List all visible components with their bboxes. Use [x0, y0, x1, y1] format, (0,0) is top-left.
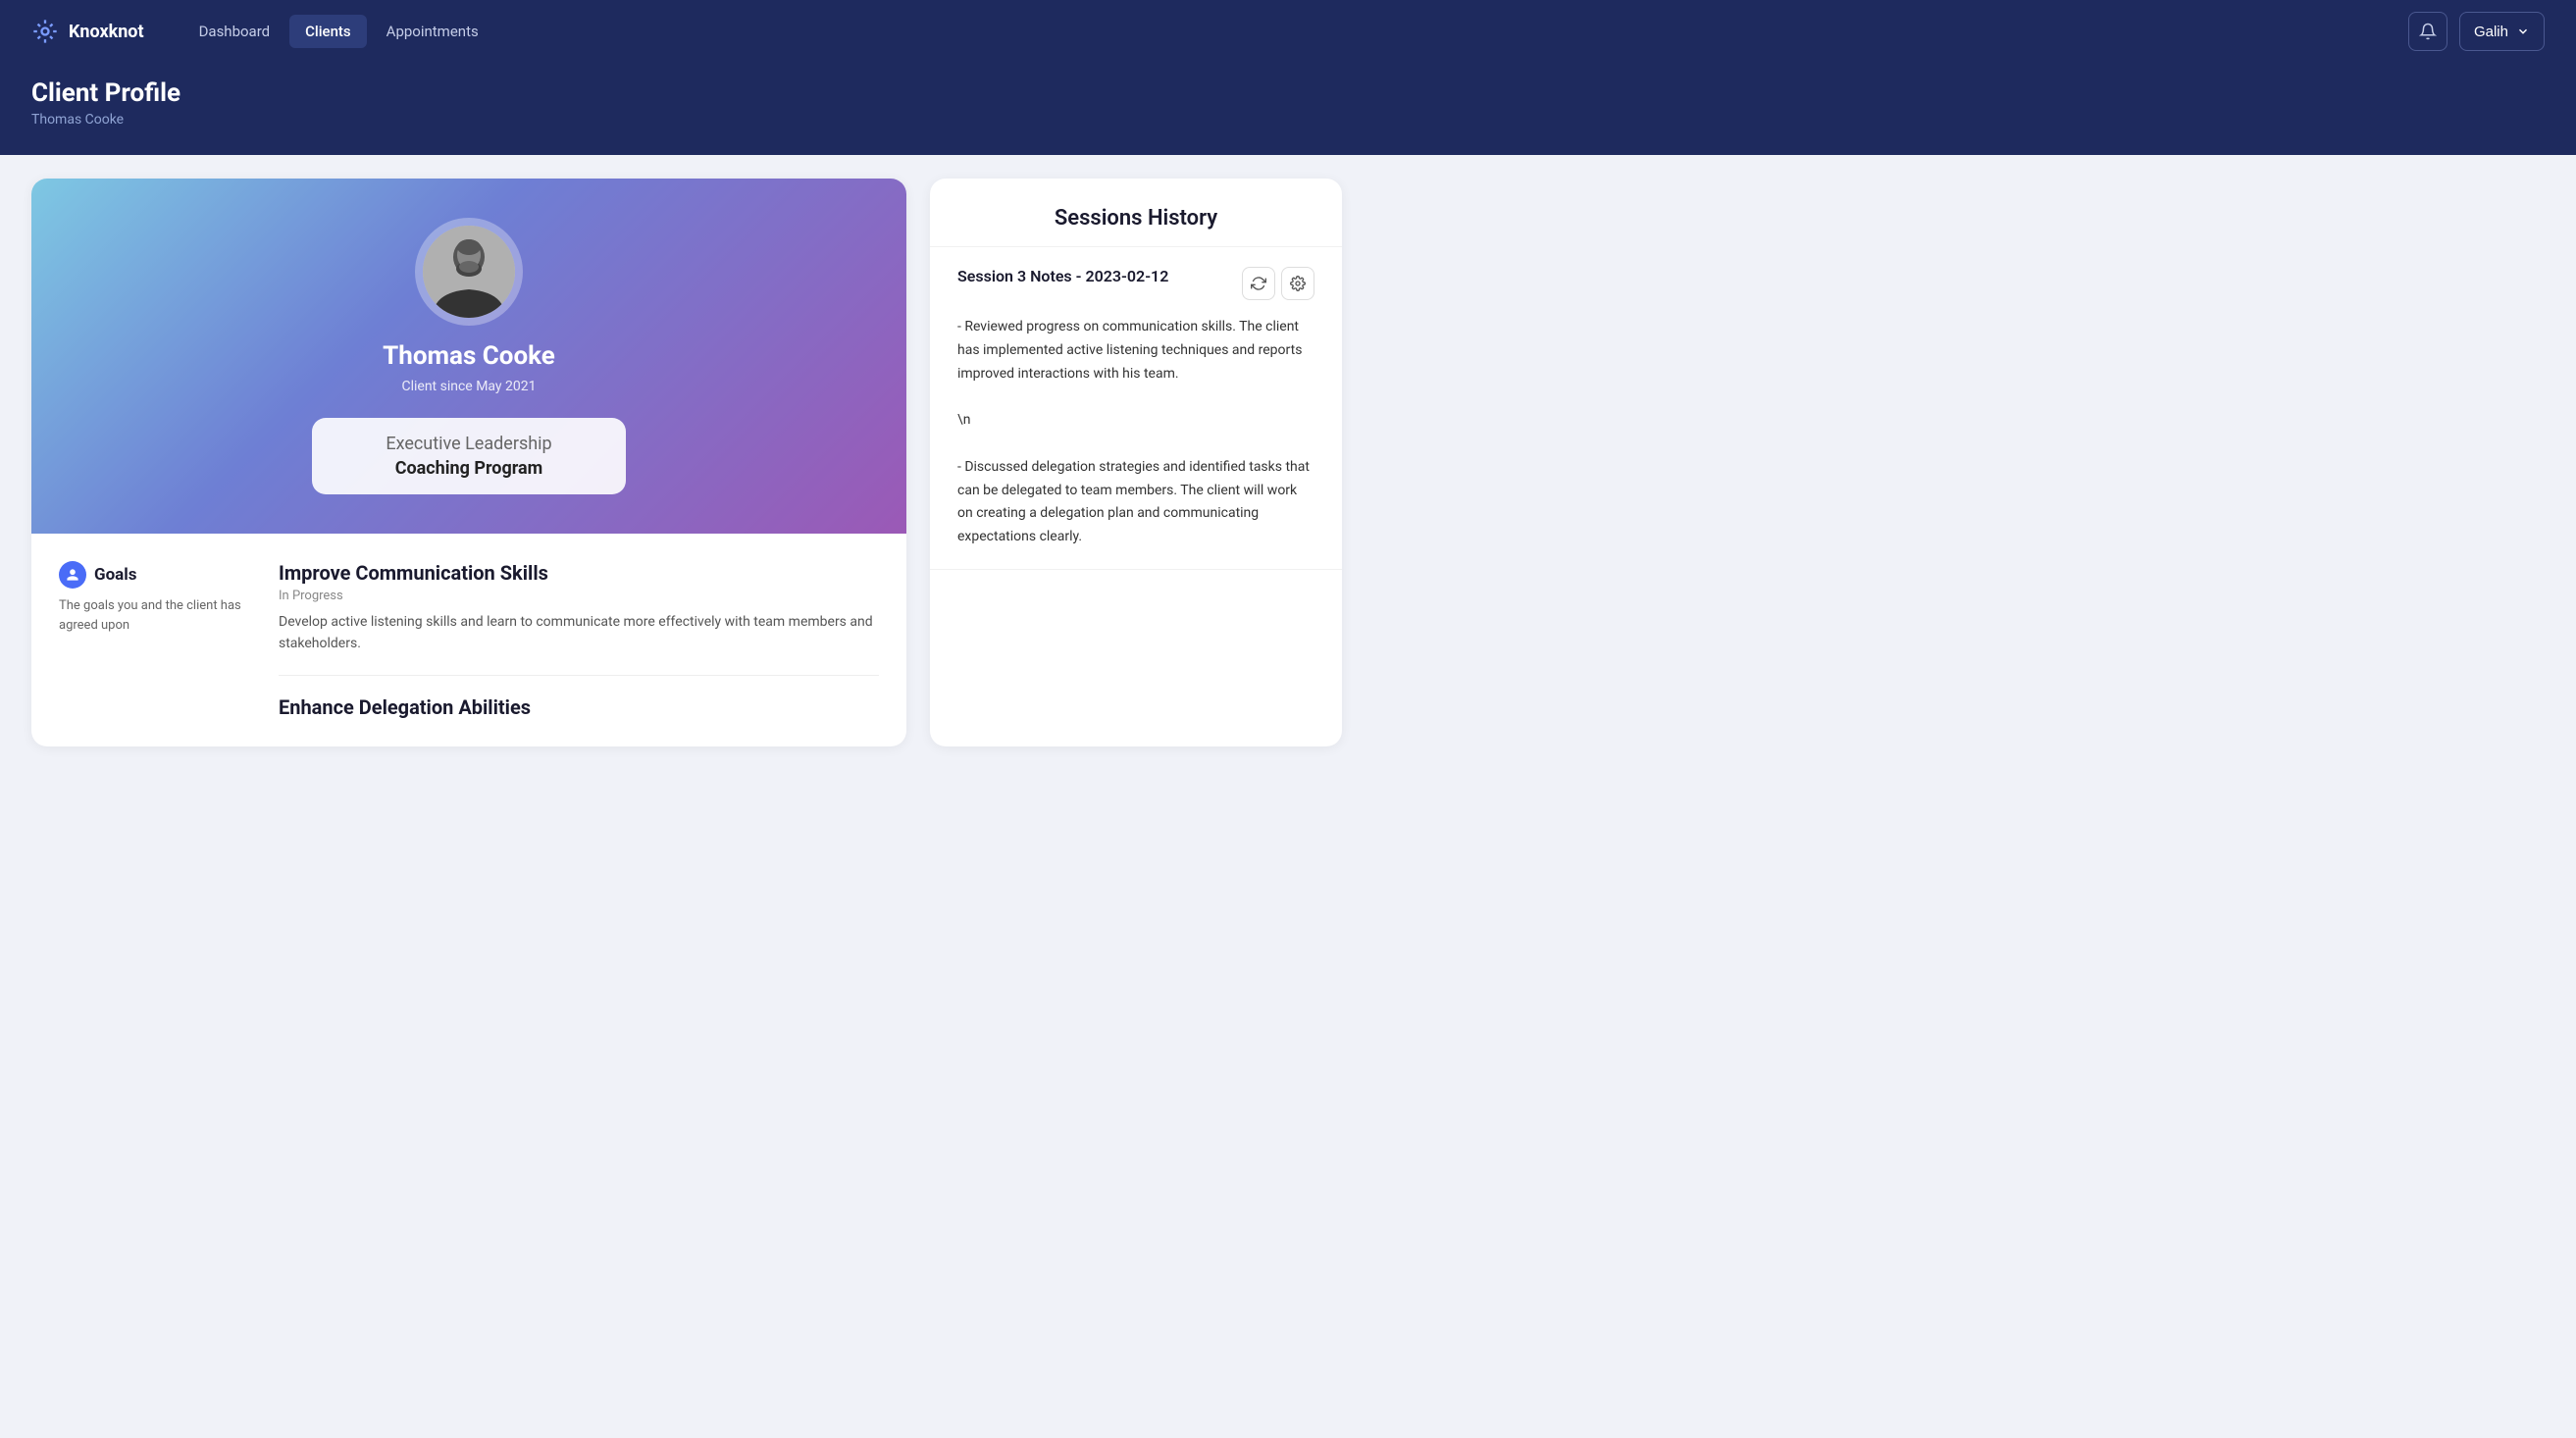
- refresh-icon: [1251, 276, 1266, 291]
- bell-icon: [2419, 23, 2437, 40]
- program-box: Executive Leadership Coaching Program: [312, 418, 626, 494]
- session-notes: - Reviewed progress on communication ski…: [957, 316, 1314, 549]
- chevron-down-icon: [2516, 25, 2530, 38]
- goal-1-title: Improve Communication Skills: [279, 561, 879, 585]
- goal-1-status: In Progress: [279, 589, 879, 603]
- client-name: Thomas Cooke: [383, 341, 555, 371]
- nav-clients[interactable]: Clients: [289, 15, 367, 48]
- session-entry-1: Session 3 Notes - 2023-02-12: [930, 247, 1342, 570]
- person-icon: [66, 568, 79, 582]
- left-card: Thomas Cooke Client since May 2021 Execu…: [31, 179, 906, 746]
- right-card: Sessions History Session 3 Notes - 2023-…: [930, 179, 1342, 746]
- user-menu-button[interactable]: Galih: [2459, 12, 2545, 51]
- nav-appointments[interactable]: Appointments: [371, 15, 494, 48]
- page-title: Client Profile: [31, 78, 2545, 108]
- goal-item-1: Improve Communication Skills In Progress…: [279, 561, 879, 655]
- brand-name: Knoxknot: [69, 22, 144, 42]
- session-entry-title: Session 3 Notes - 2023-02-12: [957, 267, 1230, 285]
- gear-icon: [1290, 276, 1306, 291]
- program-line1: Executive Leadership: [371, 434, 567, 454]
- avatar: [423, 226, 515, 318]
- session-settings-button[interactable]: [1281, 267, 1314, 300]
- nav-dashboard[interactable]: Dashboard: [183, 15, 286, 48]
- goal-item-2: Enhance Delegation Abilities: [279, 695, 879, 719]
- nav-right: Galih: [2408, 12, 2545, 51]
- navbar: Knoxknot Dashboard Clients Appointments …: [0, 0, 2576, 63]
- goals-sidebar: Goals The goals you and the client has a…: [59, 561, 255, 719]
- goals-label-row: Goals: [59, 561, 255, 589]
- profile-banner: Thomas Cooke Client since May 2021 Execu…: [31, 179, 906, 534]
- user-name: Galih: [2474, 24, 2508, 40]
- notification-button[interactable]: [2408, 12, 2447, 51]
- goal-divider: [279, 675, 879, 676]
- goals-icon: [59, 561, 86, 589]
- goals-description: The goals you and the client has agreed …: [59, 596, 255, 635]
- main-content: Thomas Cooke Client since May 2021 Execu…: [0, 155, 1373, 770]
- subheader: Client Profile Thomas Cooke: [0, 63, 2576, 155]
- page-subtitle: Thomas Cooke: [31, 112, 2545, 128]
- goal-2-title: Enhance Delegation Abilities: [279, 695, 879, 719]
- goals-main: Improve Communication Skills In Progress…: [279, 561, 879, 719]
- avatar-image: [423, 226, 515, 318]
- goals-title: Goals: [94, 565, 137, 585]
- goal-1-detail: Develop active listening skills and lear…: [279, 611, 879, 655]
- avatar-ring: [415, 218, 523, 326]
- goals-section: Goals The goals you and the client has a…: [31, 534, 906, 746]
- session-actions: [1242, 267, 1314, 300]
- client-since: Client since May 2021: [401, 379, 536, 394]
- nav-links: Dashboard Clients Appointments: [183, 15, 2408, 48]
- sessions-title: Sessions History: [957, 206, 1314, 231]
- brand-icon: [31, 18, 59, 45]
- session-entry-header: Session 3 Notes - 2023-02-12: [957, 267, 1314, 300]
- session-refresh-button[interactable]: [1242, 267, 1275, 300]
- brand: Knoxknot: [31, 18, 144, 45]
- sessions-header: Sessions History: [930, 179, 1342, 247]
- program-line2: Coaching Program: [371, 458, 567, 479]
